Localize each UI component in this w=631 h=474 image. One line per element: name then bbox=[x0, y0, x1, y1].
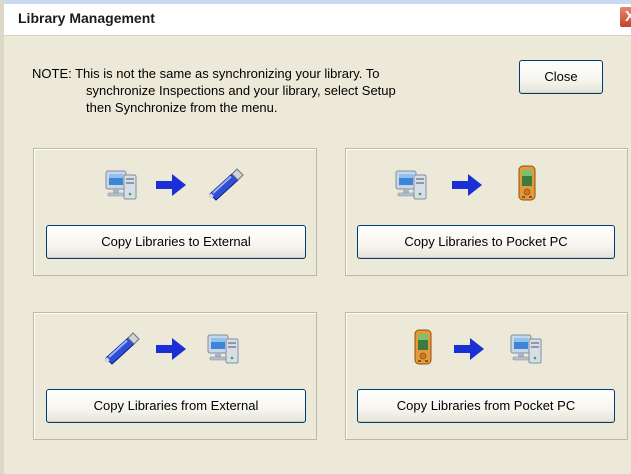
computer-icon bbox=[207, 334, 239, 364]
title-bar: Library Management X bbox=[4, 0, 631, 36]
panel-copy-from-external: Copy Libraries from External bbox=[33, 312, 317, 440]
usb-drive-icon bbox=[207, 168, 244, 201]
computer-icon bbox=[105, 170, 137, 200]
note-line-2: synchronize Inspections and your library… bbox=[86, 83, 396, 98]
window-close-icon[interactable]: X bbox=[619, 6, 631, 28]
window-title: Library Management bbox=[18, 10, 155, 26]
copy-from-external-button[interactable]: Copy Libraries from External bbox=[46, 389, 306, 423]
usb-drive-icon bbox=[103, 332, 140, 365]
copy-from-pocket-pc-button[interactable]: Copy Libraries from Pocket PC bbox=[357, 389, 615, 423]
arrow-right-icon bbox=[452, 174, 482, 196]
computer-icon bbox=[510, 334, 542, 364]
note-text: NOTE: This is not the same as synchroniz… bbox=[32, 65, 502, 116]
panel-copy-from-pocket-pc: Copy Libraries from Pocket PC bbox=[345, 312, 628, 440]
pocket-pc-icon bbox=[414, 329, 432, 365]
copy-to-pocket-pc-button[interactable]: Copy Libraries to Pocket PC bbox=[357, 225, 615, 259]
arrow-right-icon bbox=[156, 338, 186, 360]
computer-icon bbox=[395, 170, 427, 200]
note-line-3: then Synchronize from the menu. bbox=[86, 100, 278, 115]
library-management-dialog: Library Management X NOTE: This is not t… bbox=[0, 0, 631, 474]
arrow-right-icon bbox=[156, 174, 186, 196]
close-button[interactable]: Close bbox=[519, 60, 603, 94]
arrow-right-icon bbox=[454, 338, 484, 360]
panel-copy-to-pocket-pc: Copy Libraries to Pocket PC bbox=[345, 148, 628, 276]
copy-to-external-button[interactable]: Copy Libraries to External bbox=[46, 225, 306, 259]
pocket-pc-icon bbox=[518, 165, 536, 201]
note-line-1: NOTE: This is not the same as synchroniz… bbox=[32, 66, 380, 81]
panel-copy-to-external: Copy Libraries to External bbox=[33, 148, 317, 276]
